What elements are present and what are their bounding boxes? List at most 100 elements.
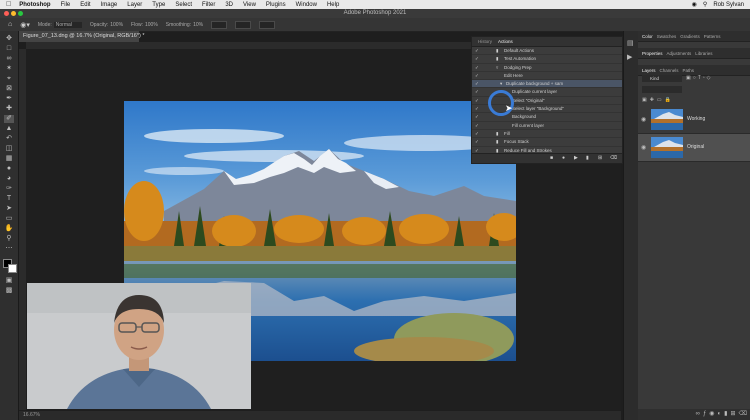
folder-icon: ▮ <box>496 130 499 136</box>
history-panel-icon[interactable]: ▤ <box>627 39 634 47</box>
tab-channels[interactable]: Channels <box>660 68 679 73</box>
shape-tool-icon[interactable]: ▭ <box>4 215 14 223</box>
flow-field[interactable]: 100% <box>145 22 158 28</box>
zoom-tool-icon[interactable]: ⚲ <box>4 235 14 243</box>
play-icon[interactable]: ▶ <box>574 155 578 161</box>
menu-window[interactable]: Window <box>296 2 317 8</box>
minimize-window-icon[interactable] <box>11 11 16 16</box>
tab-swatches[interactable]: Swatches <box>657 34 677 39</box>
opacity-field[interactable]: 100% <box>110 22 123 28</box>
menu-layer[interactable]: Layer <box>127 2 142 8</box>
home-icon[interactable]: ⌂ <box>8 21 12 28</box>
frame-tool-icon[interactable]: ⊠ <box>4 85 14 93</box>
action-row[interactable]: ✓ ▮ Default Actions <box>472 47 622 56</box>
disclosure-icon[interactable]: ▾ <box>500 80 502 87</box>
user-name[interactable]: Rob Sylvan <box>713 2 744 8</box>
type-tool-icon[interactable]: T <box>4 195 14 203</box>
menu-type[interactable]: Type <box>152 2 165 8</box>
action-row[interactable]: ✓ ▮ Test Automation <box>472 55 622 64</box>
blur-tool-icon[interactable]: ● <box>4 165 14 173</box>
menu-3d[interactable]: 3D <box>225 2 233 8</box>
clone-stamp-tool-icon[interactable]: ▲ <box>4 125 14 133</box>
tab-adjustments[interactable]: Adjustments <box>667 51 692 56</box>
layer-lock-icons[interactable]: ▣✚▭🔒 <box>642 97 674 103</box>
zoom-level[interactable]: 16.67% <box>23 412 40 418</box>
eraser-tool-icon[interactable]: ◫ <box>4 145 14 153</box>
eye-icon[interactable]: ◉ <box>641 116 646 123</box>
quick-select-tool-icon[interactable]: ✶ <box>4 65 14 73</box>
action-row[interactable]: ✓ Edit Here <box>472 72 622 81</box>
lasso-tool-icon[interactable]: ∞ <box>4 55 14 63</box>
eyedropper-tool-icon[interactable]: ✒ <box>4 95 14 103</box>
tab-actions[interactable]: Actions <box>498 39 513 44</box>
tab-history[interactable]: History <box>478 39 492 44</box>
actions-panel-icon[interactable]: ▶ <box>627 53 632 61</box>
link-icon[interactable]: ∞ <box>696 411 703 417</box>
close-window-icon[interactable] <box>4 11 9 16</box>
history-brush-tool-icon[interactable]: ↶ <box>4 135 14 143</box>
zoom-window-icon[interactable] <box>18 11 23 16</box>
action-step-row[interactable]: ✓ Fill current layer <box>472 122 622 130</box>
layer-filter-icons[interactable]: ▣○T▫◇ <box>686 75 712 81</box>
gradient-tool-icon[interactable]: ▦ <box>4 155 14 163</box>
smoothing-field[interactable]: 10% <box>193 22 203 28</box>
tab-paths[interactable]: Paths <box>683 68 695 73</box>
action-row-selected[interactable]: ✓ ▾ Duplicate background + sam <box>472 80 622 89</box>
new-set-icon[interactable]: ▮ <box>586 155 589 161</box>
menu-file[interactable]: File <box>61 2 71 8</box>
layer-row-selected[interactable]: ◉ Original <box>638 134 750 162</box>
angle-control[interactable] <box>211 20 228 29</box>
tab-color[interactable]: Color <box>642 34 653 39</box>
action-row[interactable]: ✓ ▮ Focus Stack <box>472 138 622 147</box>
path-select-tool-icon[interactable]: ➤ <box>4 205 14 213</box>
move-tool-icon[interactable]: ✥ <box>4 35 14 43</box>
mode-select[interactable]: Normal <box>53 21 82 28</box>
menu-filter[interactable]: Filter <box>202 2 215 8</box>
marquee-tool-icon[interactable]: □ <box>4 45 14 53</box>
healing-tool-icon[interactable]: ✚ <box>4 105 14 113</box>
menu-select[interactable]: Select <box>175 2 192 8</box>
mask-icon[interactable]: ◉ <box>709 411 717 417</box>
trash-icon[interactable]: ⌫ <box>739 411 750 417</box>
menu-edit[interactable]: Edit <box>80 2 90 8</box>
pen-tool-icon[interactable]: ✑ <box>4 185 14 193</box>
record-icon[interactable]: ● <box>562 155 565 161</box>
wifi-icon[interactable]: ◉ <box>692 1 697 8</box>
trash-icon[interactable]: ⌫ <box>610 155 617 161</box>
action-row[interactable]: ✓ ▮ Fill <box>472 130 622 139</box>
apple-icon[interactable]:  <box>6 1 11 8</box>
app-name[interactable]: Photoshop <box>19 2 50 8</box>
pressure-size-toggle[interactable] <box>235 20 252 29</box>
document-tab[interactable]: Figure_07_13.dng @ 16.7% (Original, RGB/… <box>19 31 144 42</box>
brush-preset-icon[interactable]: ◉▾ <box>20 21 30 29</box>
layer-row[interactable]: ◉ Working <box>638 106 750 134</box>
hand-tool-icon[interactable]: ✋ <box>4 225 14 233</box>
brush-tool-icon[interactable]: ✐ <box>4 115 14 123</box>
layer-filter-kind[interactable]: Kind <box>642 75 682 82</box>
dodge-tool-icon[interactable]: ◕ <box>4 175 14 183</box>
menu-view[interactable]: View <box>243 2 256 8</box>
menu-help[interactable]: Help <box>327 2 339 8</box>
eye-icon[interactable]: ◉ <box>641 144 646 151</box>
action-row[interactable]: ✓ ▿ Dodging Prep <box>472 64 622 72</box>
screen-mode-icon[interactable]: ▩ <box>4 287 14 295</box>
tab-patterns[interactable]: Patterns <box>704 34 721 39</box>
stop-icon[interactable]: ■ <box>550 155 553 161</box>
tab-properties[interactable]: Properties <box>642 51 663 56</box>
quick-mask-icon[interactable]: ▣ <box>4 277 14 285</box>
layer-name: Original <box>687 144 705 150</box>
background-color-swatch[interactable] <box>8 264 17 273</box>
tab-gradients[interactable]: Gradients <box>680 34 700 39</box>
new-action-icon[interactable]: ⊞ <box>598 155 602 161</box>
more-tools-icon[interactable]: ⋯ <box>4 245 14 253</box>
menu-image[interactable]: Image <box>101 2 118 8</box>
tab-libraries[interactable]: Libraries <box>695 51 712 56</box>
search-icon[interactable]: ⚲ <box>703 1 707 8</box>
menu-plugins[interactable]: Plugins <box>266 2 286 8</box>
crop-tool-icon[interactable]: ⌖ <box>4 75 14 83</box>
symmetry-toggle[interactable] <box>259 20 276 29</box>
tab-layers[interactable]: Layers <box>642 68 656 73</box>
system-status: ◉ ⚲ Rob Sylvan <box>692 0 744 9</box>
blend-mode-select[interactable] <box>642 86 682 93</box>
new-layer-icon[interactable]: ⊞ <box>730 411 738 417</box>
